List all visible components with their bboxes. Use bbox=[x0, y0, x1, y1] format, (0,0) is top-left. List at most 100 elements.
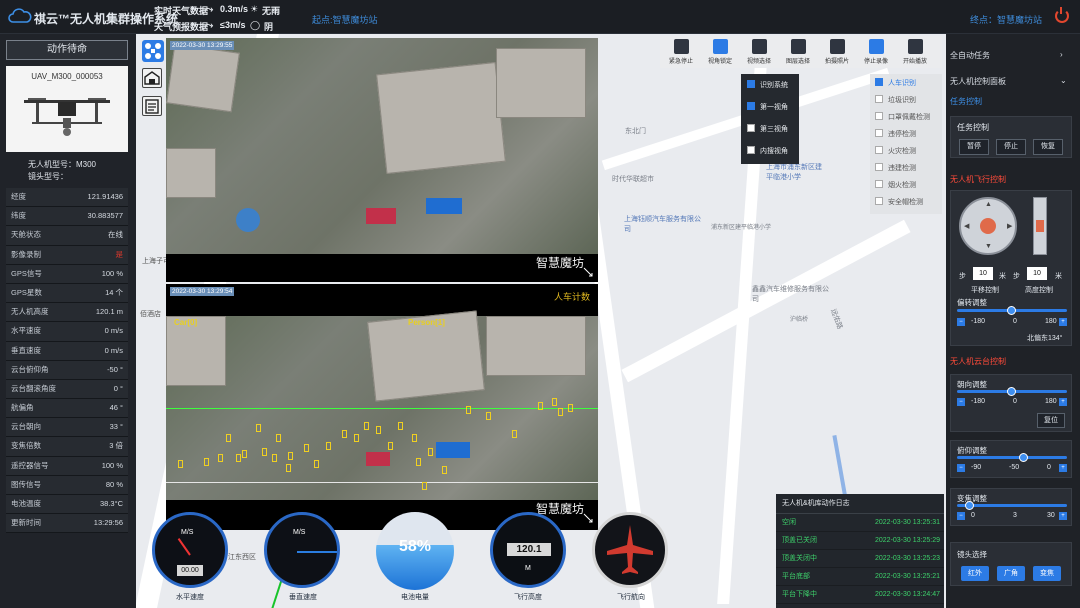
checkbox[interactable] bbox=[747, 80, 755, 88]
arrow-left-icon[interactable]: ◀ bbox=[964, 222, 969, 230]
detection-box bbox=[558, 408, 563, 416]
play-icon bbox=[907, 39, 923, 54]
checkbox[interactable] bbox=[875, 95, 883, 103]
detect-option[interactable]: 安全帽检测 bbox=[875, 197, 923, 207]
alt-step-input[interactable]: 10 bbox=[1027, 267, 1047, 280]
emergency-stop-button[interactable]: 紧急停止 bbox=[664, 39, 698, 65]
task-control-tab[interactable]: 任务控制 bbox=[950, 96, 982, 107]
altitude-slider[interactable] bbox=[1033, 197, 1047, 255]
fullscreen-icon[interactable] bbox=[582, 512, 594, 524]
video-feed-detection[interactable]: 2022-03-30 13:29:54 人车计数 Car[0] Person[1… bbox=[166, 284, 598, 530]
lens-select-panel: 镜头选择 红外 广角 变焦 bbox=[950, 542, 1072, 586]
checkbox[interactable] bbox=[875, 78, 883, 86]
slider-knob[interactable] bbox=[1007, 387, 1016, 396]
people-vehicle-counter: 人车计数 bbox=[554, 292, 591, 302]
telemetry-row: 变焦倍数 3 倍 bbox=[6, 437, 128, 457]
wide-angle-button[interactable]: 广角 bbox=[997, 566, 1025, 581]
drone-swarm-button[interactable] bbox=[142, 40, 164, 62]
fullscreen-icon[interactable] bbox=[582, 266, 594, 278]
arrow-down-icon[interactable]: ▼ bbox=[985, 243, 992, 250]
detect-option[interactable]: 人车识别 bbox=[875, 78, 916, 88]
crosshair-icon bbox=[712, 39, 728, 54]
arrow-right-icon[interactable]: ▶ bbox=[1007, 222, 1012, 230]
telemetry-value: 100 % bbox=[101, 268, 123, 278]
detect-option[interactable]: 违停检测 bbox=[875, 129, 916, 139]
infrared-button[interactable]: 红外 bbox=[961, 566, 989, 581]
log-time: 2022-03-30 13:25:31 bbox=[875, 519, 940, 526]
heading-gauge bbox=[592, 512, 668, 588]
slider-knob[interactable] bbox=[1007, 306, 1016, 315]
detect-option[interactable]: 违建检测 bbox=[875, 163, 916, 173]
slider-knob[interactable] bbox=[965, 501, 974, 510]
zoom-lens-button[interactable]: 变焦 bbox=[1033, 566, 1061, 581]
telemetry-value: 在线 bbox=[108, 230, 123, 240]
log-action: 顶盖已关闭 bbox=[782, 537, 817, 544]
take-photo-button[interactable]: 拍摄照片 bbox=[820, 39, 854, 65]
stop-icon bbox=[673, 39, 689, 54]
minus-icon[interactable]: − bbox=[957, 512, 965, 520]
video-feed-primary[interactable]: 2022-03-30 13:29:55 智慧魔坊 bbox=[166, 38, 598, 282]
view-option[interactable]: 内搜视角 bbox=[747, 146, 788, 156]
telemetry-row: 水平速度 0 m/s bbox=[6, 322, 128, 342]
detect-option[interactable]: 垃圾识别 bbox=[875, 95, 916, 105]
chevron-right-icon[interactable]: › bbox=[1060, 50, 1063, 59]
detection-box bbox=[218, 454, 223, 462]
plus-icon[interactable]: + bbox=[1059, 398, 1067, 406]
telemetry-key: 纬度 bbox=[11, 211, 26, 221]
minus-icon[interactable]: − bbox=[957, 318, 965, 326]
stop-recording-button[interactable]: 停止录像 bbox=[859, 39, 893, 65]
pause-button[interactable]: 暂停 bbox=[959, 139, 989, 155]
telemetry-row: 云台朝向 33 ° bbox=[6, 418, 128, 438]
layer-select-button[interactable]: 图层选择 bbox=[781, 39, 815, 65]
plus-icon[interactable]: + bbox=[1059, 512, 1067, 520]
direction-pad[interactable]: ▲ ▼ ◀ ▶ bbox=[959, 197, 1017, 255]
minus-icon[interactable]: − bbox=[957, 398, 965, 406]
checkbox[interactable] bbox=[747, 102, 755, 110]
video-select-button[interactable]: 视频选择 bbox=[742, 39, 776, 65]
checkbox[interactable] bbox=[747, 146, 755, 154]
log-action: 顶盖关闭中 bbox=[782, 555, 817, 562]
slider-knob[interactable] bbox=[1019, 453, 1028, 462]
action-standby-button[interactable]: 动作待命 bbox=[6, 40, 128, 60]
detect-option[interactable]: 烟火检测 bbox=[875, 180, 916, 190]
arrow-up-icon[interactable]: ▲ bbox=[985, 201, 992, 208]
checkbox[interactable] bbox=[747, 124, 755, 132]
checkbox[interactable] bbox=[875, 163, 883, 171]
log-row: 顶盖已关闭 2022-03-30 13:25:29 bbox=[776, 532, 944, 550]
detect-option[interactable]: 火灾检测 bbox=[875, 146, 916, 156]
checkbox[interactable] bbox=[875, 180, 883, 188]
pan-step-input[interactable]: 10 bbox=[973, 267, 993, 280]
yaw-readout: 北偏东134° bbox=[1027, 335, 1063, 342]
detection-box bbox=[178, 460, 183, 468]
uav-panel-toggle[interactable]: 无人机控制面板 bbox=[950, 76, 1006, 87]
lens-model: 镜头型号： bbox=[28, 172, 68, 181]
lock-view-button[interactable]: 视角锁定 bbox=[703, 39, 737, 65]
telemetry-value: 30.883577 bbox=[87, 211, 123, 221]
checkbox[interactable] bbox=[875, 112, 883, 120]
checkbox[interactable] bbox=[875, 129, 883, 137]
minus-icon[interactable]: − bbox=[957, 464, 965, 472]
task-list-button[interactable] bbox=[142, 96, 162, 116]
checkbox[interactable] bbox=[875, 146, 883, 154]
power-icon[interactable] bbox=[1055, 7, 1069, 23]
telemetry-key: 水平速度 bbox=[11, 326, 41, 336]
view-option[interactable]: 第一视角 bbox=[747, 102, 788, 112]
altitude-gauge: 120.1 M bbox=[490, 512, 566, 588]
detection-box bbox=[288, 452, 293, 460]
view-option[interactable]: 第三视角 bbox=[747, 124, 788, 134]
stop-button[interactable]: 停止 bbox=[996, 139, 1026, 155]
auto-task-link[interactable]: 全自动任务 bbox=[950, 50, 990, 61]
start-play-button[interactable]: 开始播放 bbox=[898, 39, 932, 65]
hangar-button[interactable] bbox=[142, 68, 162, 88]
telemetry-key: 变焦倍数 bbox=[11, 441, 41, 451]
checkbox[interactable] bbox=[875, 197, 883, 205]
detection-box bbox=[354, 434, 359, 442]
reset-button[interactable]: 复位 bbox=[1037, 413, 1065, 428]
plus-icon[interactable]: + bbox=[1059, 318, 1067, 326]
plus-icon[interactable]: + bbox=[1059, 464, 1067, 472]
detect-option[interactable]: 口罩佩戴检测 bbox=[875, 112, 930, 122]
resume-button[interactable]: 恢复 bbox=[1033, 139, 1063, 155]
view-option[interactable]: 识别系统 bbox=[747, 80, 788, 90]
chevron-down-icon[interactable]: ⌄ bbox=[1060, 76, 1067, 85]
pitch-slider[interactable] bbox=[957, 456, 1067, 459]
